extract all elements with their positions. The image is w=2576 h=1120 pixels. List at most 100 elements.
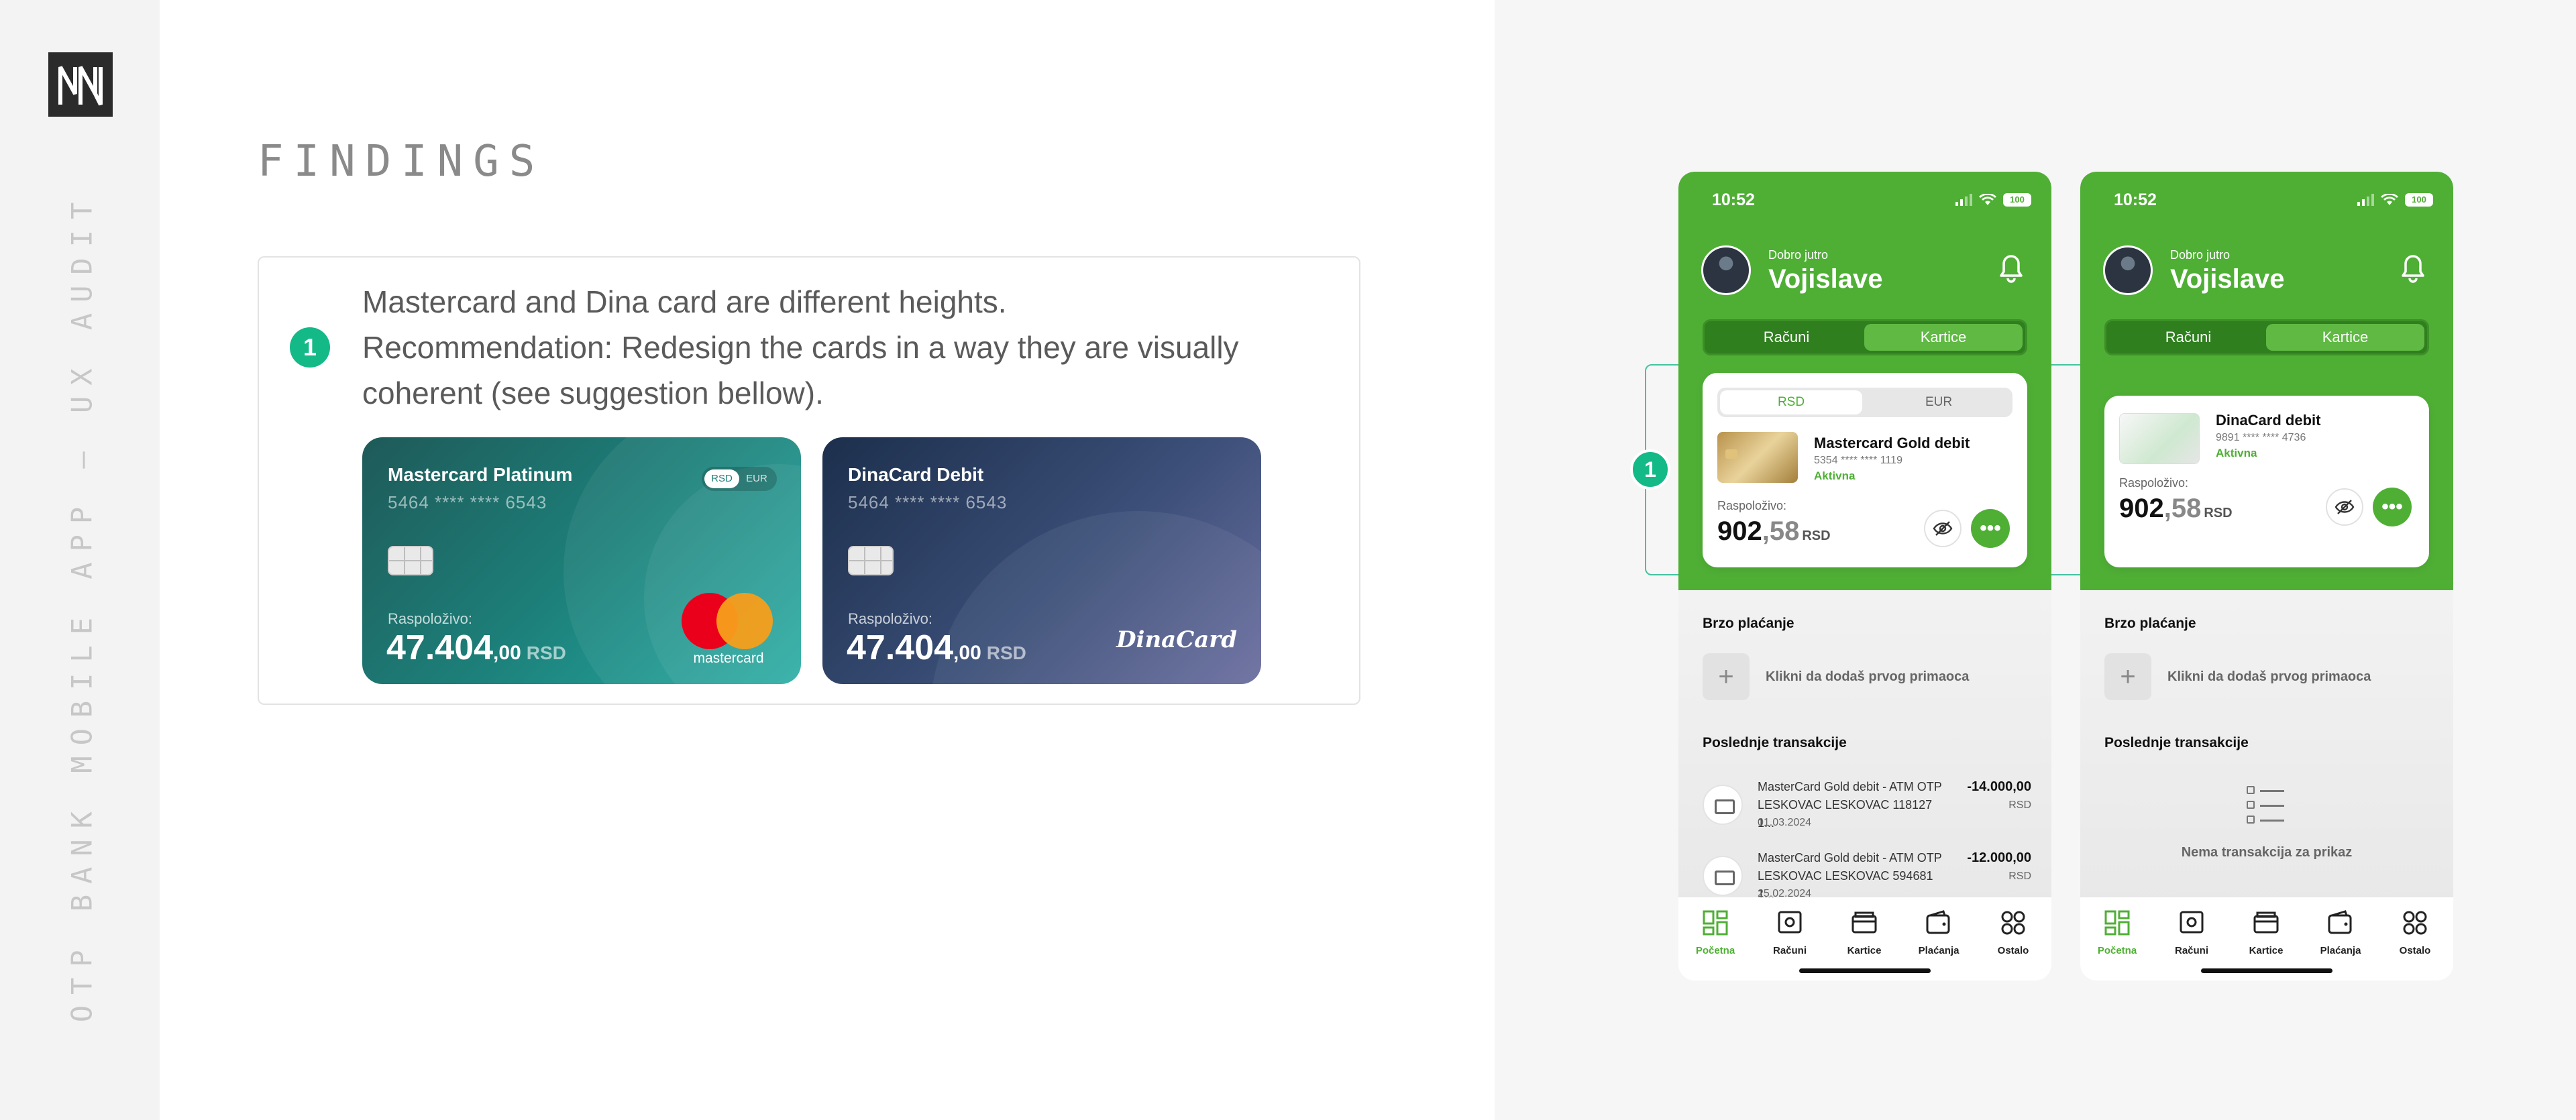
- accounts-cards-switch[interactable]: Računi Kartice: [1703, 319, 2027, 355]
- toggle-rsd[interactable]: RSD: [704, 469, 739, 488]
- amount-decimal: ,00: [953, 642, 981, 664]
- tab-racuni[interactable]: Računi: [1707, 324, 1866, 351]
- toggle-rsd[interactable]: RSD: [1720, 390, 1862, 414]
- phone-header: 10:52 100 Dobro jutro Vojislave Računi K…: [1678, 172, 2051, 590]
- phone-mastercard: 10:52 100 Dobro jutro Vojislave Računi K…: [1678, 172, 2051, 981]
- tab-kartice[interactable]: Kartice: [1864, 324, 2023, 351]
- add-recipient-label[interactable]: Klikni da dodaš prvog primaoca: [2167, 669, 2371, 685]
- safe-icon: [2180, 911, 2204, 934]
- nav-ostalo[interactable]: Ostalo: [2378, 909, 2452, 956]
- nav-pocetna[interactable]: Početna: [2080, 909, 2154, 956]
- transaction-currency: RSD: [2008, 799, 2031, 811]
- hide-balance-button[interactable]: [2326, 488, 2363, 526]
- finding-text: Mastercard and Dina card are different h…: [362, 279, 1342, 416]
- greeting: Dobro jutro: [2170, 248, 2231, 262]
- card-title: DinaCard debit: [2216, 412, 2321, 429]
- toggle-eur[interactable]: EUR: [742, 469, 771, 488]
- nav-label: Početna: [1695, 945, 1735, 956]
- dinacard-app-card[interactable]: DinaCard debit 9891 **** **** 4736 Aktiv…: [2104, 396, 2429, 567]
- currency-toggle[interactable]: RSD EUR: [702, 467, 777, 491]
- chip-icon: [848, 546, 894, 575]
- safe-icon: [1778, 911, 1802, 934]
- signal-icon: [2357, 194, 2374, 206]
- wifi-icon: [2381, 194, 2398, 205]
- more-options-button[interactable]: •••: [2373, 488, 2412, 526]
- currency-toggle[interactable]: RSD EUR: [1717, 388, 2012, 417]
- nav-label: Računi: [2174, 945, 2208, 956]
- bell-icon[interactable]: [2400, 254, 2426, 284]
- transaction-icon: [1703, 785, 1743, 825]
- nav-racuni[interactable]: Računi: [2155, 909, 2229, 956]
- status-time: 10:52: [1712, 190, 1755, 209]
- add-recipient-label[interactable]: Klikni da dodaš prvog primaoca: [1766, 669, 1969, 685]
- card-amount: 47.404,00 RSD: [847, 628, 1026, 668]
- available-label: Raspoloživo:: [388, 610, 472, 627]
- card-amount: 902,58 RSD: [2119, 494, 2233, 524]
- status-icons: 100: [2357, 192, 2433, 208]
- amount-int: 902: [1717, 516, 1762, 546]
- available-label: Raspoloživo:: [1717, 499, 1787, 512]
- amount-int: 902: [2119, 494, 2164, 523]
- wallet-icon: [1926, 910, 1950, 934]
- chip-icon: [388, 546, 433, 575]
- tab-racuni[interactable]: Računi: [2109, 324, 2267, 351]
- amount-decimal: ,58: [1762, 516, 1800, 546]
- phone-dinacard: 10:52 100 Dobro jutro Vojislave Računi K…: [2080, 172, 2453, 981]
- transaction-amount: -12.000,00: [1967, 850, 2031, 865]
- more-options-button[interactable]: •••: [1971, 509, 2010, 548]
- suggested-dinacard-card: DinaCard Debit 5464 **** **** 6543 Raspo…: [822, 437, 1261, 684]
- nav-label: Kartice: [1847, 945, 1882, 956]
- nav-label: Plaćanja: [1918, 945, 1960, 956]
- nav-kartice[interactable]: Kartice: [1827, 909, 1901, 956]
- more-circles-icon: [2403, 911, 2427, 935]
- finding-number-badge: 1: [290, 327, 330, 368]
- greeting: Dobro jutro: [1768, 248, 1829, 262]
- transactions-title: Poslednje transakcije: [1703, 735, 1847, 750]
- nav-placanja[interactable]: Plaćanja: [2304, 909, 2377, 956]
- finding-text-line2: Recommendation: Redesign the cards in a …: [362, 330, 1239, 410]
- bell-icon[interactable]: [1998, 254, 2025, 284]
- transaction-date: 01.03.2024: [1758, 817, 1812, 828]
- gold-card-thumbnail: [1717, 432, 1798, 483]
- card-name: DinaCard Debit: [848, 464, 984, 485]
- amount-decimal: ,58: [2163, 494, 2202, 523]
- amount-main: 47.404: [847, 628, 954, 667]
- phone-header: 10:52 100 Dobro jutro Vojislave Računi K…: [2080, 172, 2453, 590]
- bottom-navigation: Početna Računi Kartice Plaćanja Ostalo: [2080, 897, 2453, 981]
- more-circles-icon: [2001, 911, 2025, 935]
- vertical-title: OTP BANK MOBILE APP – UX AUDIT: [65, 191, 99, 1023]
- avatar[interactable]: [2103, 245, 2153, 295]
- add-recipient-button[interactable]: +: [1703, 653, 1750, 700]
- toggle-eur[interactable]: EUR: [1868, 390, 2010, 414]
- dina-card-thumbnail: [2119, 413, 2200, 464]
- eye-off-icon: [1933, 521, 1953, 536]
- mastercard-app-card[interactable]: RSD EUR Mastercard Gold debit 5354 **** …: [1703, 373, 2027, 567]
- wifi-icon: [1979, 194, 1996, 205]
- tab-kartice[interactable]: Kartice: [2266, 324, 2424, 351]
- mastercard-wordmark: mastercard: [693, 651, 764, 666]
- nav-pocetna[interactable]: Početna: [1678, 909, 1752, 956]
- avatar[interactable]: [1701, 245, 1751, 295]
- home-indicator: [2201, 968, 2332, 973]
- dinacard-logo: DinaCard: [1116, 626, 1237, 653]
- nav-label: Ostalo: [1997, 945, 2029, 956]
- status-icons: 100: [1955, 192, 2031, 208]
- nav-ostalo[interactable]: Ostalo: [1976, 909, 2050, 956]
- user-name: Vojislave: [1768, 264, 1883, 294]
- amount-currency: RSD: [1802, 528, 1831, 543]
- accounts-cards-switch[interactable]: Računi Kartice: [2104, 319, 2429, 355]
- home-grid-icon: [2104, 910, 2130, 936]
- card-number: 9891 **** **** 4736: [2216, 432, 2306, 443]
- nav-racuni[interactable]: Računi: [1753, 909, 1827, 956]
- mastercard-logo: mastercard: [682, 593, 775, 667]
- hide-balance-button[interactable]: [1924, 510, 1962, 547]
- nav-label: Računi: [1772, 945, 1807, 956]
- nav-kartice[interactable]: Kartice: [2229, 909, 2303, 956]
- add-recipient-button[interactable]: +: [2104, 653, 2151, 700]
- user-name: Vojislave: [2170, 264, 2285, 294]
- card-status: Aktivna: [1814, 469, 1856, 482]
- nav-placanja[interactable]: Plaćanja: [1902, 909, 1976, 956]
- card-number: 5464 **** **** 6543: [848, 492, 1008, 512]
- transaction-amount: -14.000,00: [1967, 779, 2031, 794]
- nav-label: Plaćanja: [2320, 945, 2361, 956]
